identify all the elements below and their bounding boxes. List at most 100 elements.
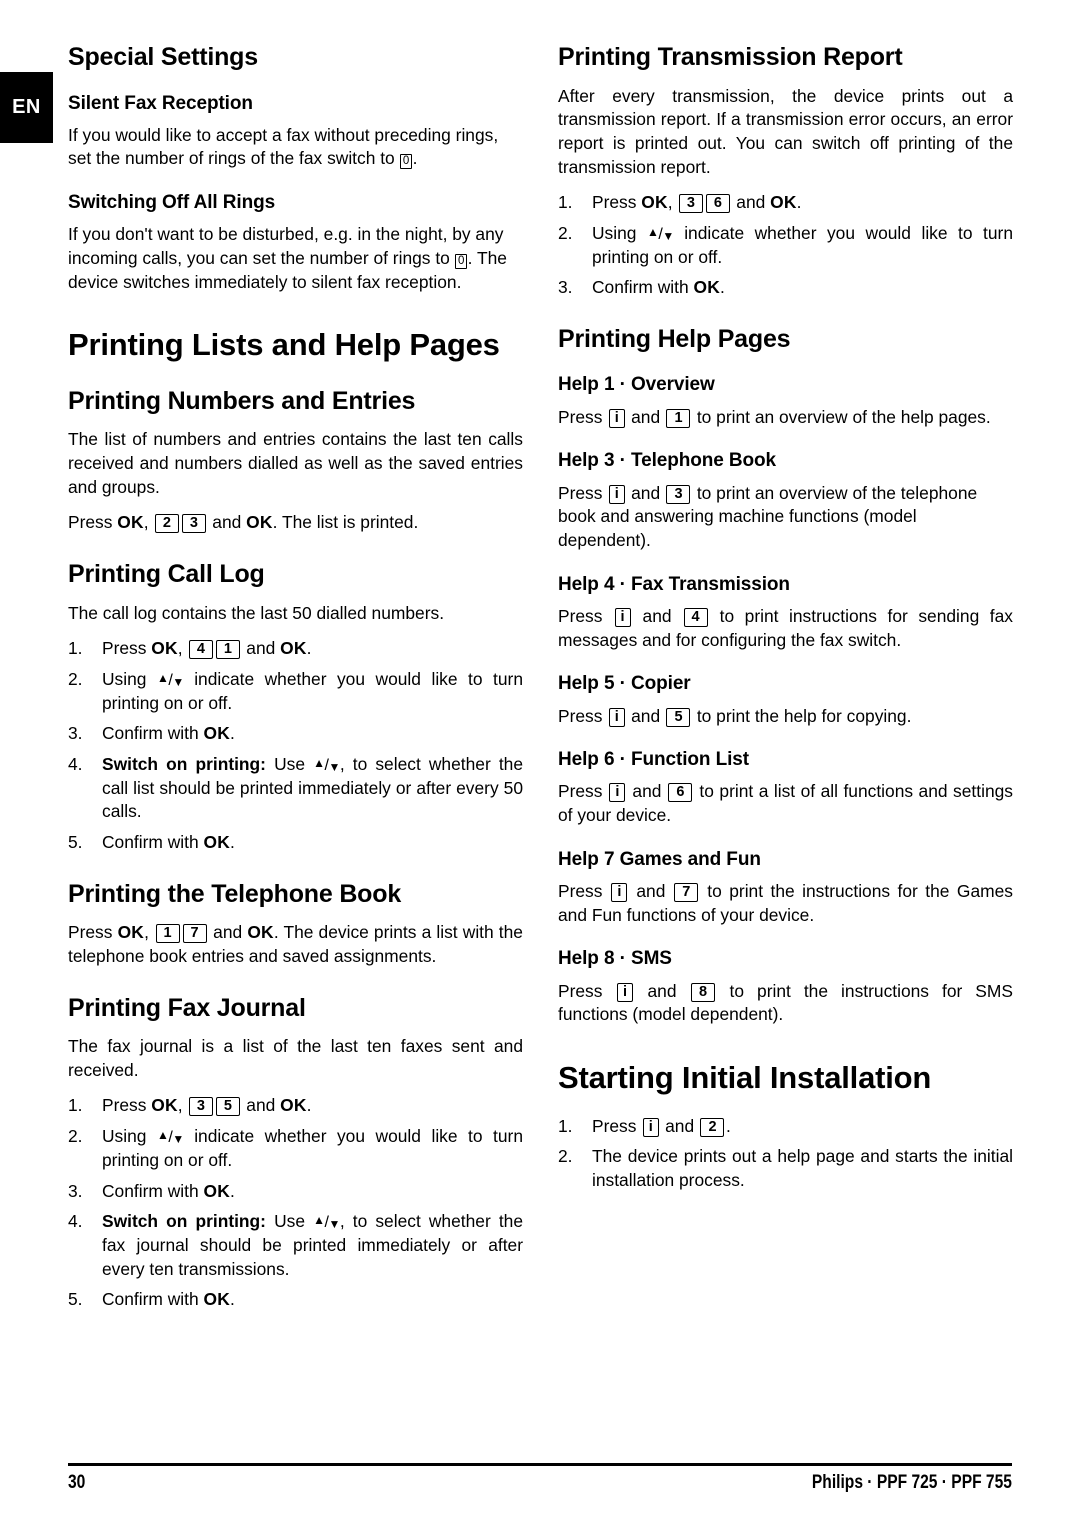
instruction-help-4-fax-transmission: Press i and 4 to print instructions for … <box>558 605 1013 652</box>
key-info-icon: i <box>614 607 631 627</box>
heading-help-6-function-list: Help 6 · Function List <box>558 749 749 771</box>
key-ok-label: OK <box>770 192 797 213</box>
text-press-b: and <box>626 482 665 503</box>
text-press-c: to print an overview of the help pages. <box>691 406 991 427</box>
paragraph-switching-off-all-rings: If you don't want to be disturbed, e.g. … <box>68 223 523 294</box>
list-item: 2. Using ▲/▼ indicate whether you would l… <box>68 1125 523 1172</box>
text-press-b: and <box>626 705 665 726</box>
key-info-icon: i <box>611 883 628 903</box>
key-ok-label: OK <box>203 1289 230 1310</box>
step-number: 3. <box>558 277 573 298</box>
step-number: 1. <box>68 638 83 659</box>
heading-help-3-telephone-book: Help 3 · Telephone Book <box>558 450 776 472</box>
step-text-d: . <box>306 638 312 659</box>
paragraph-silent-fax-reception: If you would like to accept a fax withou… <box>68 124 523 171</box>
step-text-a: The device prints out a help page and st… <box>592 1146 1013 1190</box>
instruction-help-1-overview: Press i and 1 to print an overview of th… <box>558 406 1013 430</box>
heading-printing-help-pages: Printing Help Pages <box>558 324 791 353</box>
key-7-icon: 7 <box>182 924 207 944</box>
instruction-printing-numbers-and-entries: Press OK, 23 and OK. The list is printed… <box>68 511 523 535</box>
list-item: 3. Confirm with OK. <box>68 1180 523 1204</box>
paragraph-printing-fax-journal: The fax journal is a list of the last te… <box>68 1036 523 1080</box>
step-text-a: Confirm with <box>102 1180 204 1201</box>
text-press-comma: , <box>143 512 154 533</box>
footer-model-line: Philips · PPF 725 · PPF 755 <box>811 1472 1012 1493</box>
right-column: Printing Transmission Report After every… <box>558 43 1013 1205</box>
step-text-a: Confirm with <box>102 1289 204 1310</box>
step-number: 5. <box>68 1289 83 1310</box>
step-text-a: Confirm with <box>102 832 204 853</box>
instruction-help-6-function-list: Press i and 6 to print a list of all fun… <box>558 780 1013 827</box>
list-item: 1. Press OK, 35 and OK. <box>68 1094 523 1118</box>
step-text-a: Using <box>102 1126 157 1147</box>
step-text-b: . <box>719 277 725 298</box>
key-3-icon: 3 <box>666 484 691 504</box>
key-info-icon: i <box>642 1117 659 1137</box>
key-6-icon: 6 <box>705 194 730 214</box>
key-info-icon: i <box>608 484 625 504</box>
key-1-icon: 1 <box>215 640 240 660</box>
key-ok-label: OK <box>246 512 273 533</box>
text-press-and: and <box>208 922 248 943</box>
step-text-b: . <box>229 723 235 744</box>
key-1-icon: 1 <box>155 924 180 944</box>
nav-up-down-icon: ▲/▼ <box>646 224 674 243</box>
step-number: 4. <box>68 1211 83 1232</box>
step-number: 3. <box>68 723 83 744</box>
instruction-help-7-games-and-fun: Press i and 7 to print the instructions … <box>558 880 1013 927</box>
key-ok-label: OK <box>151 1095 178 1116</box>
step-text-a: Using <box>102 668 157 689</box>
text-press-a: Press <box>558 705 608 726</box>
step-text-a: Press <box>592 192 642 213</box>
list-item: 3. Confirm with OK. <box>558 276 1013 300</box>
list-item: 1. Press OK, 36 and OK. <box>558 191 1013 215</box>
list-item: 1. Press OK, 41 and OK. <box>68 637 523 661</box>
heading-printing-fax-journal: Printing Fax Journal <box>68 993 306 1022</box>
key-ok-label: OK <box>247 922 274 943</box>
step-text-b: , <box>177 638 188 659</box>
key-2-icon: 2 <box>700 1117 725 1137</box>
key-zero-icon: 0 <box>455 254 468 270</box>
heading-printing-lists-and-help-pages: Printing Lists and Help Pages <box>68 327 500 363</box>
left-column: Special Settings Silent Fax Reception If… <box>68 43 523 1324</box>
instruction-help-3-telephone-book: Press i and 3 to print an overview of th… <box>558 482 1013 553</box>
steps-printing-fax-journal: 1. Press OK, 35 and OK. 2. Using ▲/▼ indic… <box>68 1094 523 1312</box>
heading-help-5-copier: Help 5 · Copier <box>558 673 691 695</box>
text-press-b: and <box>634 980 690 1001</box>
heading-help-8-sms: Help 8 · SMS <box>558 948 672 970</box>
key-ok-label: OK <box>151 638 178 659</box>
step-text-a: Confirm with <box>592 277 694 298</box>
heading-printing-transmission-report: Printing Transmission Report <box>558 43 903 71</box>
text-press-b: and <box>632 605 683 626</box>
text-press-a: Press <box>558 406 608 427</box>
nav-up-down-icon: ▲/▼ <box>313 755 340 774</box>
key-zero-icon: 0 <box>400 154 413 170</box>
heading-switching-off-all-rings: Switching Off All Rings <box>68 192 276 214</box>
key-3-icon: 3 <box>188 1097 213 1117</box>
heading-help-1-overview: Help 1 · Overview <box>558 374 715 396</box>
text-press-b: and <box>626 406 665 427</box>
step-number: 1. <box>558 192 573 213</box>
key-ok-label: OK <box>117 512 144 533</box>
footer: 30 Philips · PPF 725 · PPF 755 <box>68 1472 1012 1494</box>
step-text-b: , <box>667 192 678 213</box>
step-text-c: and <box>731 192 771 213</box>
text-press-a: Press <box>558 605 613 626</box>
key-7-icon: 7 <box>674 883 699 903</box>
key-info-icon: i <box>608 408 625 428</box>
key-8-icon: 8 <box>691 982 715 1002</box>
list-item: 5. Confirm with OK. <box>68 1288 523 1312</box>
heading-help-4-fax-transmission: Help 4 · Fax Transmission <box>558 573 790 595</box>
step-number: 1. <box>558 1115 573 1136</box>
heading-printing-call-log: Printing Call Log <box>68 560 265 589</box>
step-text-d: . <box>306 1095 312 1116</box>
text-press-a: Press <box>558 881 610 902</box>
text-press-comma: , <box>144 922 155 943</box>
steps-printing-transmission-report: 1. Press OK, 36 and OK. 2. Using ▲/▼ indic… <box>558 191 1013 300</box>
list-item: 4. Switch on printing: Use ▲/▼, to selec… <box>68 753 523 824</box>
manual-page: EN Special Settings Silent Fax Reception… <box>0 0 1080 1529</box>
key-ok-label: OK <box>693 277 720 298</box>
step-text-d: . <box>796 192 802 213</box>
key-ok-label: OK <box>641 192 668 213</box>
step-text-a: Press <box>102 638 152 659</box>
